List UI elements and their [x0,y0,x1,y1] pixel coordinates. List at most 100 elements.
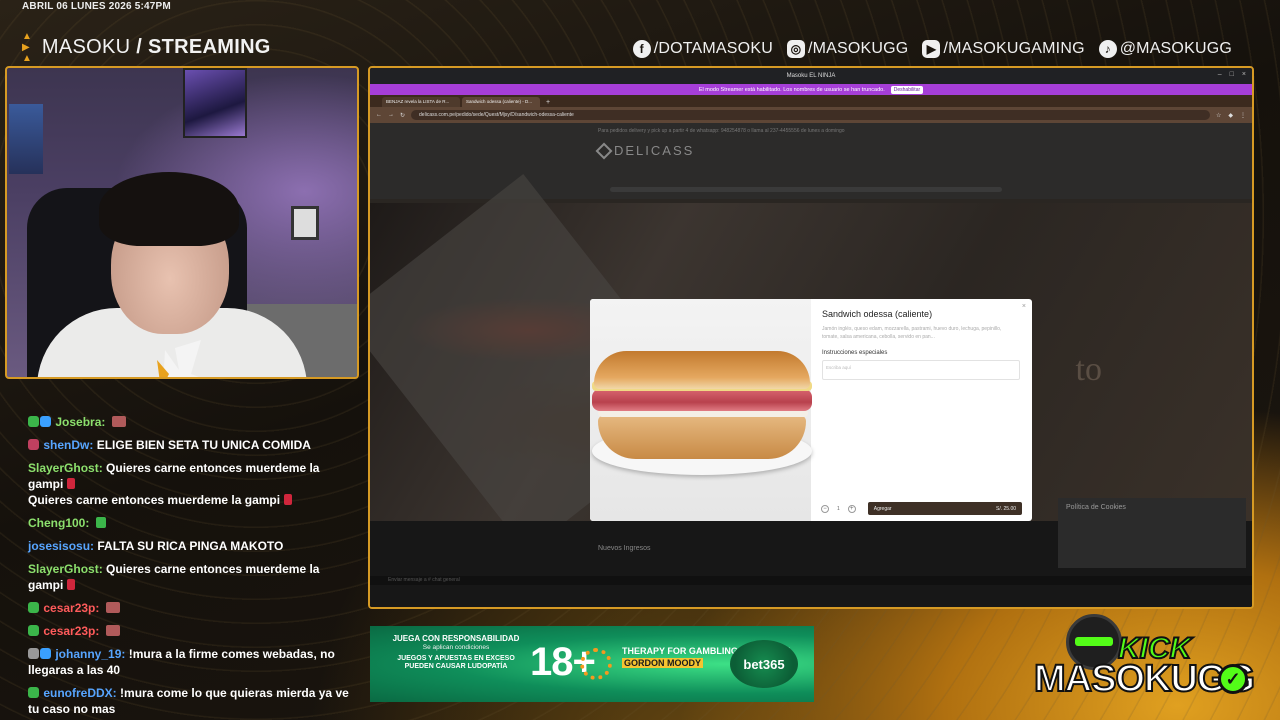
web-page: Para pedidos delivery y pick up a partir… [370,123,1252,607]
emote-icon [111,416,126,427]
streamer-notice: El modo Streamer está habilitado. Los no… [698,86,885,93]
site-logo[interactable]: DELICASS [595,142,694,159]
modal-footer: − 1 + Agregar S/. 25.00 [821,502,1022,515]
minimize-icon[interactable]: – [1218,71,1222,78]
add-label: Agregar [873,505,892,512]
address-bar: ← → ↻ delicass.com.pe/pedido/sede/Quest/… [370,107,1252,123]
disable-streamer-button[interactable]: Deshabilitar [890,85,924,94]
facebook-icon: f [632,40,651,58]
chat-user[interactable]: Josebra: [55,415,105,429]
streamer-logo-icon [157,340,201,377]
cookie-title: Política de Cookies [1066,504,1126,511]
chat-message: Josebra: [28,414,358,430]
product-modal: × Sandwich odessa (caliente) Jamón inglé… [590,299,1032,521]
webcam-poster [183,68,247,138]
maximize-icon[interactable]: □ [1230,71,1234,78]
overlay-datetime: ABRIL 06 LUNES 2026 5:47PM [22,1,171,12]
brand-sep: / [130,36,148,58]
badge-icon [28,687,39,698]
chat-message: johanny_19: !mura a la firme comes webad… [28,646,358,678]
screen-capture: Masoku EL NINJA – □ × El modo Streamer e… [368,66,1254,609]
product-details: × Sandwich odessa (caliente) Jamón inglé… [811,299,1032,521]
emote-icon [95,517,106,528]
section-title: Nuevos Ingresos [598,545,651,552]
window-title: Masoku EL NINJA [786,73,836,79]
sponsor-banner: JUEGA CON RESPONSABILIDAD Se aplican con… [370,626,814,702]
product-description: Jamón inglés, queso edam, mozzarella, pa… [822,326,1002,340]
quantity-stepper: − 1 + [821,504,856,513]
instructions-input[interactable]: Escriba aquí [822,360,1020,380]
webcam-feed [5,66,359,379]
verified-check-icon: ✓ [1218,664,1248,694]
chat-user[interactable]: Cheng100: [28,516,89,530]
chat-message: cesar23p: [28,623,358,639]
add-to-cart-button[interactable]: Agregar S/. 25.00 [867,502,1022,515]
extensions-icon[interactable]: ◆ [1228,112,1233,119]
chat-user[interactable]: johanny_19: [55,647,125,661]
webcam-poster-left [9,104,43,174]
bookmark-icon[interactable]: ☆ [1216,112,1221,119]
product-image [590,299,812,521]
chat-text: Quieres carne entonces muerdeme la gampi [28,493,281,507]
chat-message: cesar23p: [28,600,358,616]
quantity-value: 1 [837,505,840,512]
banner-line1: JUEGA CON RESPONSABILIDAD [392,634,520,643]
social-handle: /MASOKUGG [807,40,909,57]
sandwich-bun-top [594,351,810,389]
social-links: f /DOTAMASOKU ◎ /MASOKUGG ▶ /MASOKUGAMIN… [632,40,1232,58]
banner-line2: Se aplican condiciones [422,644,490,651]
banner-line3: JUEGOS Y APUESTAS EN EXCESO PUEDEN CAUSA… [397,655,515,670]
chat-user[interactable]: SlayerGhost: [28,562,103,576]
site-header: Para pedidos delivery y pick up a partir… [370,123,1252,199]
gordon-moody-icon [580,648,612,680]
gem-emote-icon [67,579,76,590]
chat-message: SlayerGhost: Quieres carne entonces muer… [28,460,358,508]
menu-icon[interactable]: ⋮ [1240,112,1246,119]
chat-user[interactable]: cesar23p: [43,601,99,615]
close-icon[interactable]: × [1022,303,1026,310]
chat-user[interactable]: SlayerGhost: [28,461,103,475]
chat-user[interactable]: cesar23p: [43,624,99,638]
close-icon[interactable]: × [1242,71,1246,78]
new-tab-icon[interactable]: + [546,99,550,107]
site-search-bar[interactable] [610,187,1002,192]
forward-icon[interactable]: → [388,112,394,118]
tiktok-icon: ♪ [1098,40,1117,58]
chat-user[interactable]: josesisosu: [28,539,94,553]
social-tiktok: ♪ @MASOKUGG [1098,40,1232,58]
badge-icon [28,602,39,613]
reload-icon[interactable]: ↻ [400,112,405,119]
badge-icon [28,648,39,659]
site-promo: Para pedidos delivery y pick up a partir… [598,128,845,134]
chat-user[interactable]: shenDw: [43,438,93,452]
back-icon[interactable]: ← [376,112,382,118]
bet365-logo: bet365 [730,640,798,688]
plus-icon[interactable]: + [847,504,856,513]
social-handle: @MASOKUGG [1119,40,1232,57]
emote-icon [105,602,120,613]
brand-name: MASOKU [41,36,131,58]
badge-icon [28,439,39,450]
badge-icon [40,416,51,427]
browser-tab[interactable]: BENJAZ revela la LISTA de R... [382,97,460,107]
sandwich-bun-bottom [598,415,806,459]
url-field[interactable]: delicass.com.pe/pedido/sede/Quest/Mjsy/D… [411,110,1210,120]
social-handle: /DOTAMASOKU [653,40,773,57]
gem-emote-icon [284,494,293,505]
webcam-photo-frame [291,206,319,240]
chat-message: SlayerGhost: Quieres carne entonces muer… [28,561,358,593]
youtube-icon: ▶ [922,40,941,58]
instructions-label: Instrucciones especiales [822,350,888,356]
browser-tab-active[interactable]: Sandwich odessa (caliente) - D... [462,97,540,107]
add-price: S/. 25.00 [995,505,1016,512]
chat-user[interactable]: eunofreDDX: [43,686,116,700]
chat-text: ELIGE BIEN SETA TU UNICA COMIDA [96,438,311,452]
gem-emote-icon [67,478,76,489]
social-handle: /MASOKUGAMING [943,40,1085,57]
kick-channel-logo: KICK MASOKUGG ✓ [1030,612,1262,712]
badge-icon [40,648,51,659]
streamer-mode-bar: El modo Streamer está habilitado. Los no… [370,84,1252,95]
badge-icon [28,416,39,427]
chat-message: shenDw: ELIGE BIEN SETA TU UNICA COMIDA [28,437,358,453]
minus-icon[interactable]: − [821,504,829,513]
